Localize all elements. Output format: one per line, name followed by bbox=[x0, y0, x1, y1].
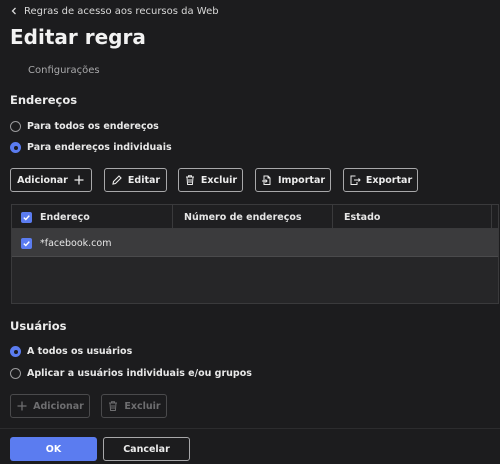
radio-all-addresses[interactable]: Para todos os endereços bbox=[10, 121, 159, 132]
page-title: Editar regra bbox=[10, 25, 146, 49]
breadcrumb-label: Regras de acesso aos recursos da Web bbox=[24, 5, 219, 17]
check-icon bbox=[23, 240, 30, 247]
delete-user-button-label: Excluir bbox=[124, 400, 161, 412]
add-user-button-label: Adicionar bbox=[33, 400, 84, 412]
row-select-cell bbox=[21, 229, 32, 257]
address-cell: *facebook.com bbox=[40, 237, 112, 249]
export-button[interactable]: Exportar bbox=[343, 168, 418, 192]
radio-individual-users[interactable]: Aplicar a usuários individuais e/ou grup… bbox=[10, 368, 252, 379]
import-icon bbox=[261, 175, 271, 185]
table-header: Endereço Número de endereços Estado bbox=[12, 205, 498, 229]
import-button-label: Importar bbox=[277, 174, 326, 186]
select-all-checkbox[interactable] bbox=[21, 211, 32, 223]
add-address-button[interactable]: Adicionar bbox=[10, 168, 92, 192]
check-icon bbox=[23, 214, 30, 221]
addresses-table: Endereço Número de endereços Estado *fac… bbox=[11, 204, 499, 304]
breadcrumb[interactable]: Regras de acesso aos recursos da Web bbox=[10, 4, 219, 18]
chevron-left-icon bbox=[11, 7, 16, 15]
radio-all-users[interactable]: A todos os usuários bbox=[10, 346, 132, 357]
column-header-address[interactable]: Endereço bbox=[40, 205, 90, 229]
trash-icon bbox=[109, 401, 118, 411]
radio-label: A todos os usuários bbox=[27, 346, 133, 357]
tab-settings[interactable]: Configurações bbox=[28, 65, 100, 76]
export-icon bbox=[350, 175, 361, 185]
ok-button[interactable]: OK bbox=[10, 437, 97, 461]
table-row[interactable]: *facebook.com bbox=[12, 229, 498, 257]
radio-button[interactable] bbox=[10, 121, 21, 132]
column-divider[interactable] bbox=[332, 205, 333, 229]
radio-button[interactable] bbox=[10, 346, 21, 357]
delete-user-button[interactable]: Excluir bbox=[101, 394, 167, 418]
radio-label: Para todos os endereços bbox=[27, 121, 159, 132]
trash-icon bbox=[185, 175, 194, 185]
export-button-label: Exportar bbox=[365, 174, 413, 186]
delete-address-button[interactable]: Excluir bbox=[178, 168, 243, 192]
radio-button[interactable] bbox=[10, 368, 21, 379]
add-user-button[interactable]: Adicionar bbox=[10, 394, 90, 418]
edit-button[interactable]: Editar bbox=[104, 168, 167, 192]
import-button[interactable]: Importar bbox=[255, 168, 331, 192]
pencil-icon bbox=[112, 175, 122, 185]
radio-button[interactable] bbox=[10, 142, 21, 153]
select-all-cell bbox=[21, 205, 32, 229]
addresses-section-title: Endereços bbox=[10, 93, 78, 107]
column-divider[interactable] bbox=[491, 205, 492, 229]
plus-icon bbox=[17, 401, 27, 411]
plus-icon bbox=[74, 175, 84, 185]
radio-label: Aplicar a usuários individuais e/ou grup… bbox=[27, 368, 252, 379]
add-button-label: Adicionar bbox=[17, 174, 68, 186]
row-checkbox[interactable] bbox=[21, 237, 32, 249]
column-divider[interactable] bbox=[172, 205, 173, 229]
users-section-title: Usuários bbox=[10, 319, 67, 333]
column-header-state[interactable]: Estado bbox=[344, 205, 380, 229]
cancel-button[interactable]: Cancelar bbox=[103, 437, 190, 461]
column-header-count[interactable]: Número de endereços bbox=[184, 205, 302, 229]
footer-divider bbox=[0, 428, 500, 429]
delete-button-label: Excluir bbox=[200, 174, 238, 186]
radio-individual-addresses[interactable]: Para endereços individuais bbox=[10, 142, 172, 153]
radio-label: Para endereços individuais bbox=[27, 142, 172, 153]
edit-button-label: Editar bbox=[127, 174, 161, 186]
